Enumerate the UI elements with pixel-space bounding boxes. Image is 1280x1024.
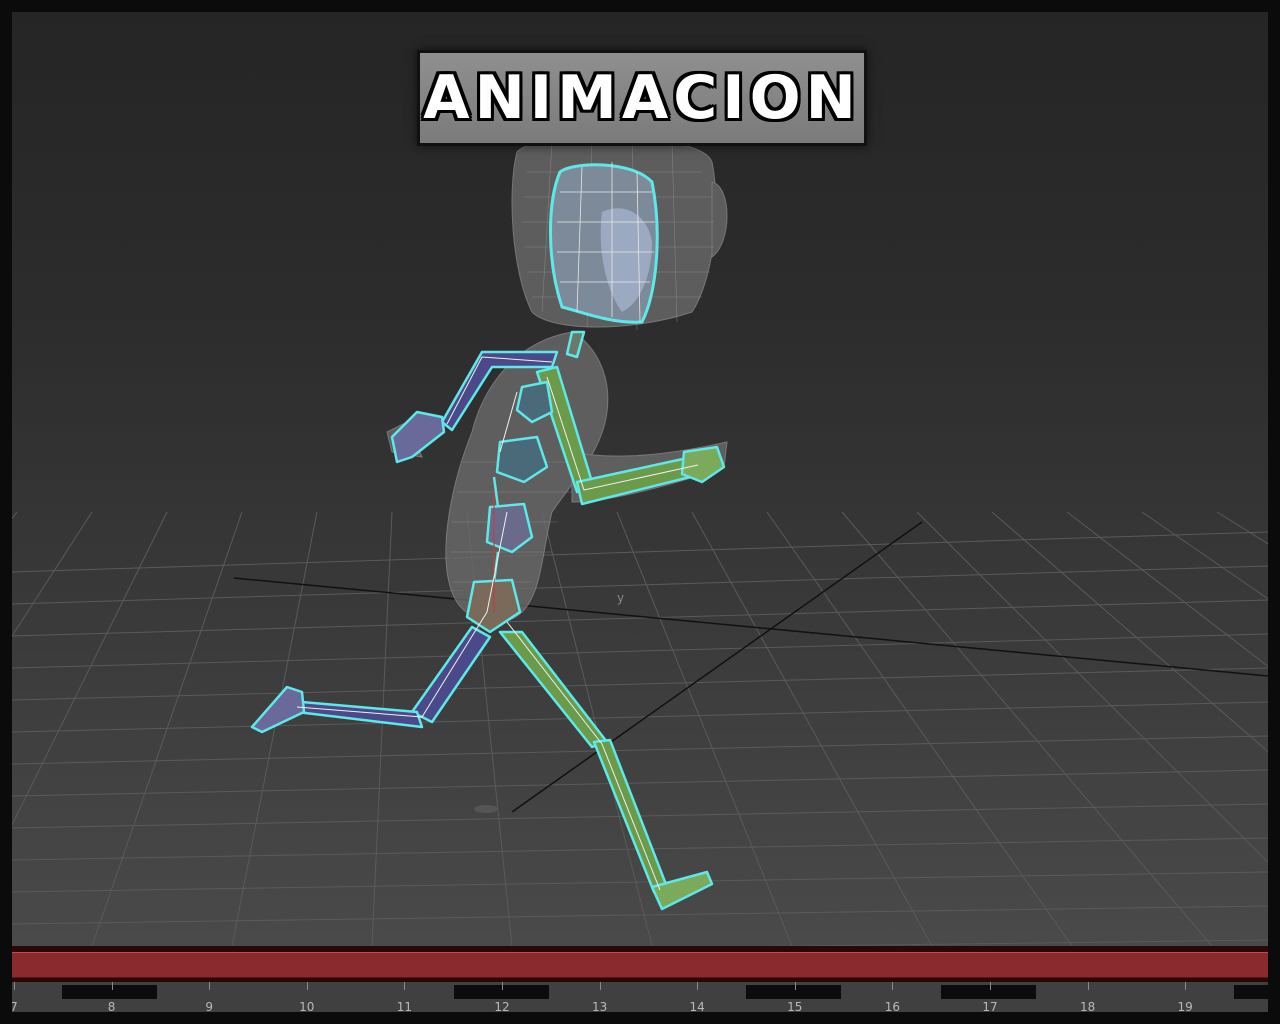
frame-label: 10 bbox=[299, 1000, 315, 1012]
frame-tick bbox=[1087, 982, 1089, 990]
frame-label: 8 bbox=[107, 1000, 116, 1012]
grid-line bbox=[12, 735, 1268, 765]
grid-line bbox=[991, 511, 1268, 753]
grid-line bbox=[841, 511, 1213, 946]
title-banner: ANIMACION bbox=[417, 50, 867, 146]
frame-label: 7 bbox=[12, 1000, 18, 1012]
timeline-range[interactable] bbox=[12, 946, 1268, 982]
frame-tick bbox=[794, 982, 796, 990]
frame-tick bbox=[209, 982, 211, 990]
frame-label: 13 bbox=[591, 1000, 608, 1012]
grid-line bbox=[1141, 511, 1268, 600]
frame-label: 14 bbox=[689, 1000, 705, 1012]
grid-line bbox=[12, 769, 1268, 797]
title-text: ANIMACION bbox=[423, 63, 861, 133]
grid-line bbox=[91, 511, 243, 946]
frame-label: 12 bbox=[494, 1000, 510, 1012]
grid-line bbox=[12, 531, 1268, 573]
frame-label: 17 bbox=[982, 1000, 998, 1012]
floor-grid bbox=[12, 511, 1268, 946]
frame-label: 11 bbox=[396, 1000, 413, 1012]
grid-line bbox=[12, 633, 1268, 669]
axis-label: y bbox=[617, 591, 624, 605]
key-block[interactable] bbox=[746, 985, 841, 999]
frame-tick bbox=[599, 982, 601, 990]
key-block[interactable] bbox=[1234, 985, 1268, 999]
grid-line bbox=[371, 511, 393, 946]
grid-line bbox=[12, 905, 1268, 925]
grid-line bbox=[12, 565, 1268, 605]
grid-line bbox=[12, 511, 93, 637]
grid-line bbox=[916, 511, 1268, 863]
frame-tick bbox=[502, 982, 503, 990]
frame-tick bbox=[111, 982, 113, 990]
frame-label: 18 bbox=[1079, 1000, 1096, 1012]
grid-line bbox=[12, 701, 1268, 733]
3d-viewport[interactable]: y ANIMACION bbox=[12, 12, 1268, 946]
key-block[interactable] bbox=[62, 985, 157, 999]
ground-marker bbox=[474, 805, 498, 813]
frame-label: 9 bbox=[205, 1000, 214, 1012]
frame-tick bbox=[14, 982, 15, 990]
character-rig[interactable] bbox=[250, 162, 726, 911]
frame-tick bbox=[990, 982, 991, 990]
time-ruler[interactable]: 7 8 9 10 11 12 13 14 15 16 17 18 19 bbox=[12, 982, 1268, 1012]
frame-tick bbox=[697, 982, 699, 990]
grid-line bbox=[1066, 511, 1268, 668]
key-block[interactable] bbox=[941, 985, 1036, 999]
grid-line bbox=[12, 871, 1268, 893]
grid-line bbox=[231, 511, 318, 946]
scene-canvas: y bbox=[12, 135, 1268, 946]
grid-line bbox=[766, 511, 1073, 946]
frame-label: 19 bbox=[1177, 1000, 1193, 1012]
frame-tick bbox=[306, 982, 308, 990]
frame-label: 15 bbox=[787, 1000, 803, 1012]
frame-tick bbox=[404, 982, 406, 990]
range-slider[interactable] bbox=[12, 952, 1268, 978]
frame-label: 16 bbox=[884, 1000, 901, 1012]
grid-line bbox=[12, 599, 1268, 637]
grid-line bbox=[12, 667, 1268, 701]
grid-line bbox=[12, 511, 18, 520]
frame-tick bbox=[892, 982, 894, 990]
frame-tick bbox=[1185, 982, 1187, 990]
